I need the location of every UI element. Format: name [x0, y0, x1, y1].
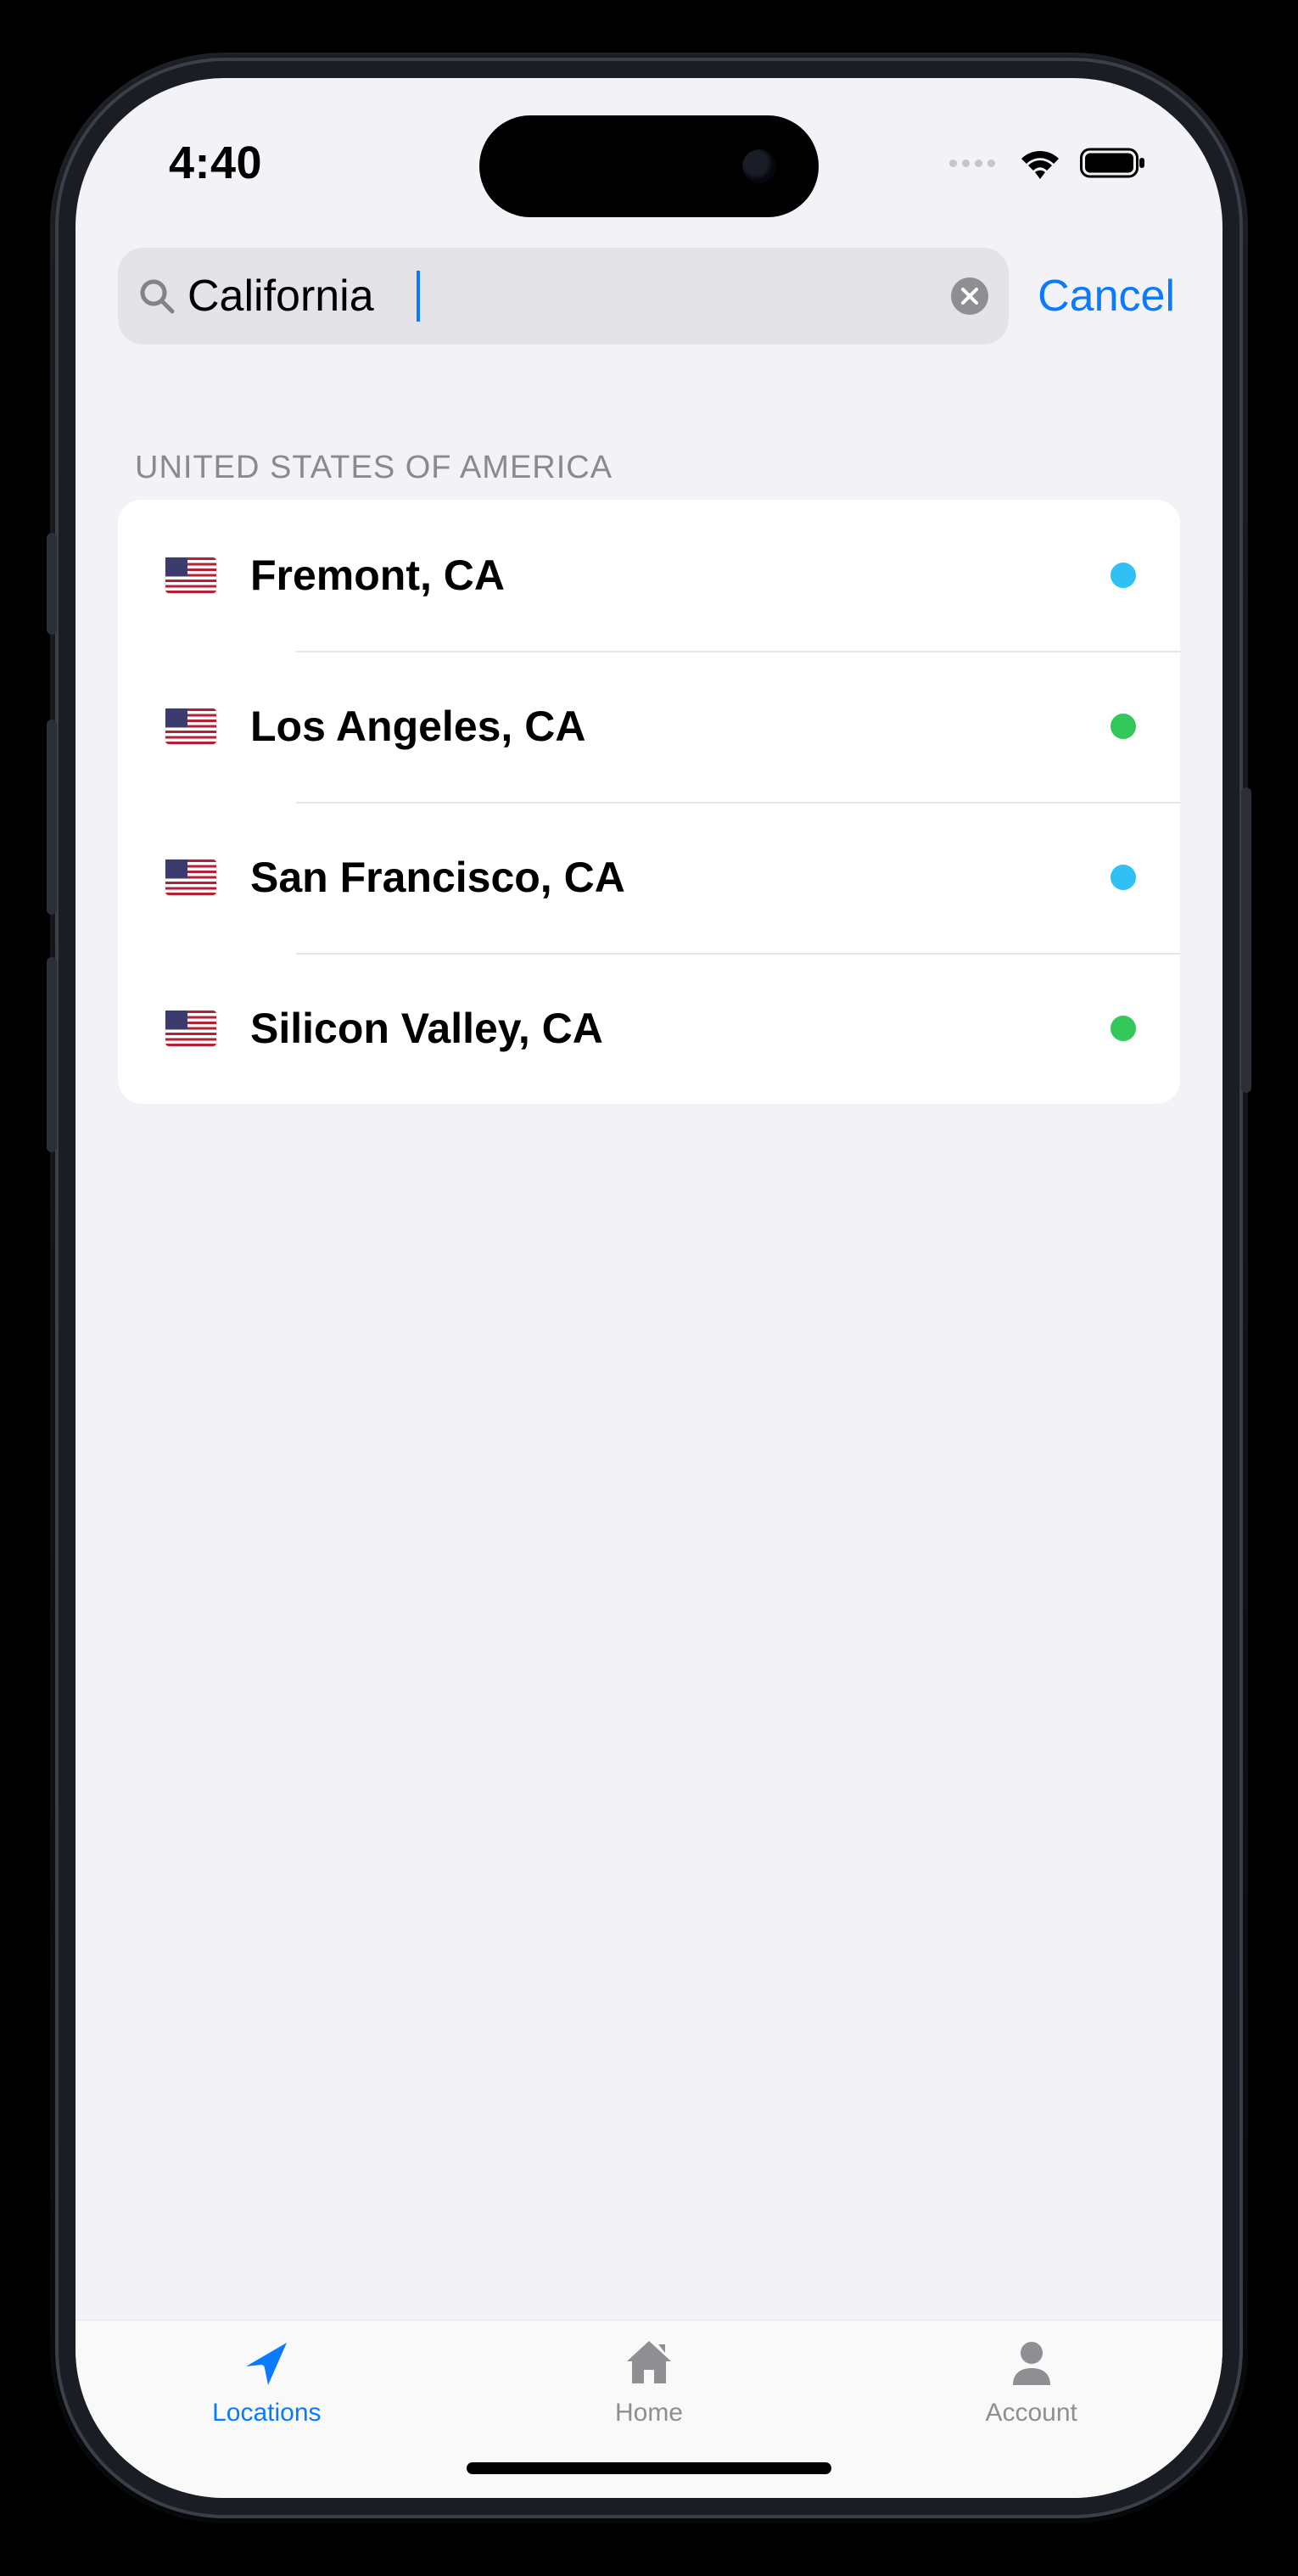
tab-locations[interactable]: Locations [77, 2332, 456, 2428]
home-indicator[interactable] [467, 2462, 831, 2474]
results-card: Fremont, CA Los Angeles, CA San Francisc… [118, 500, 1180, 1104]
text-caret [417, 271, 420, 322]
side-button-volume-down [47, 957, 57, 1152]
status-dot [1111, 865, 1136, 890]
flag-icon-us [165, 557, 216, 593]
search-icon [138, 277, 176, 315]
tab-label: Account [985, 2399, 1077, 2428]
side-button-silence [47, 533, 57, 635]
side-button-volume-up [47, 720, 57, 915]
tab-label: Locations [212, 2399, 321, 2428]
cancel-button[interactable]: Cancel [1032, 271, 1180, 322]
flag-icon-us [165, 1011, 216, 1046]
tab-home[interactable]: Home [460, 2332, 838, 2428]
tab-account[interactable]: Account [842, 2332, 1221, 2428]
list-item[interactable]: Fremont, CA [118, 500, 1180, 651]
status-dot [1111, 714, 1136, 739]
content-area[interactable]: UNITED STATES OF AMERICA Fremont, CA Los… [76, 373, 1222, 2320]
list-item[interactable]: Silicon Valley, CA [118, 953, 1180, 1104]
wifi-icon [1019, 147, 1061, 179]
side-button-power [1241, 787, 1251, 1093]
search-header: Cancel [76, 248, 1222, 373]
status-dot [1111, 1016, 1136, 1041]
clear-search-button[interactable] [951, 277, 988, 315]
flag-icon-us [165, 708, 216, 744]
list-item[interactable]: Los Angeles, CA [118, 651, 1180, 802]
list-item[interactable]: San Francisco, CA [118, 802, 1180, 953]
location-name: Los Angeles, CA [250, 702, 1077, 751]
location-name: Fremont, CA [250, 551, 1077, 600]
location-name: San Francisco, CA [250, 853, 1077, 902]
status-dot [1111, 563, 1136, 588]
location-arrow-icon [236, 2332, 297, 2394]
battery-icon [1080, 147, 1146, 179]
search-field[interactable] [118, 248, 1009, 344]
person-icon [1001, 2332, 1062, 2394]
location-name: Silicon Valley, CA [250, 1004, 1077, 1053]
status-time: 4:40 [169, 137, 262, 189]
search-input[interactable] [187, 271, 939, 322]
status-right [949, 147, 1146, 179]
flag-icon-us [165, 860, 216, 895]
close-icon [960, 287, 979, 305]
dynamic-island [479, 115, 819, 217]
phone-frame: 4:40 [55, 58, 1243, 2518]
tab-label: Home [615, 2399, 683, 2428]
screen: 4:40 [76, 78, 1222, 2498]
section-header: UNITED STATES OF AMERICA [118, 417, 1180, 500]
cellular-dots-icon [949, 160, 995, 167]
home-icon [618, 2332, 680, 2394]
